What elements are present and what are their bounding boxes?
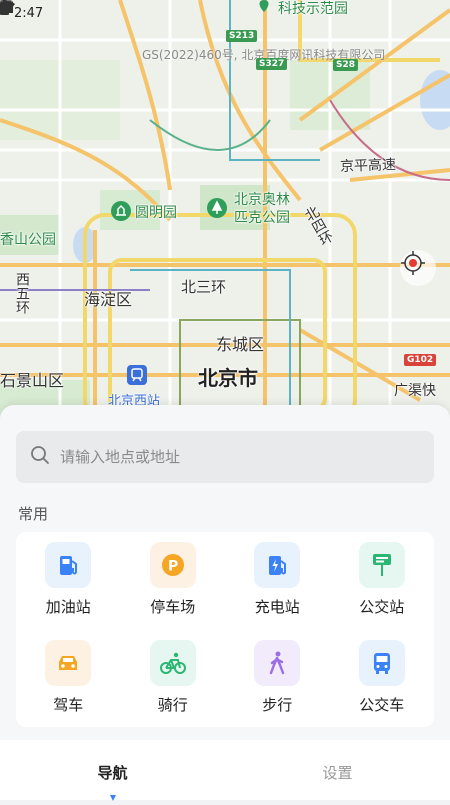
search-icon xyxy=(30,445,50,469)
map-view[interactable]: 2:47 A GS(2022)460号, 北京百度网讯科技有限公司 S213 S… xyxy=(0,0,450,420)
shortcut-bus-stop[interactable]: 公交站 xyxy=(330,532,435,630)
tab-navigation[interactable]: 导航 xyxy=(0,740,225,801)
shortcut-label: 公交站 xyxy=(359,598,405,616)
shortcuts-card: 加油站 P 停车场 充电站 公交站 驾车 骑行 步行 公交车 xyxy=(16,532,434,727)
tab-label: 设置 xyxy=(322,764,353,782)
road-badge-s28: S28 xyxy=(333,59,359,71)
bicycle-icon xyxy=(149,639,196,686)
map-label-haidian: 海淀区 xyxy=(84,290,133,309)
status-bar: 2:47 A xyxy=(0,0,450,26)
map-label-guangqu: 广渠快 xyxy=(394,383,436,399)
gas-station-icon xyxy=(45,542,92,588)
road-badge-s213: S213 xyxy=(226,30,258,42)
search-input[interactable] xyxy=(58,447,402,467)
map-label-xiangshan: 香山公园 xyxy=(0,232,56,248)
active-tab-indicator-icon xyxy=(109,787,116,801)
shortcut-label: 加油站 xyxy=(45,598,91,616)
shortcut-bicycle[interactable]: 骑行 xyxy=(121,630,226,728)
road-badge-g102: G102 xyxy=(404,354,437,366)
search-bar[interactable] xyxy=(16,431,434,483)
shortcut-car[interactable]: 驾车 xyxy=(16,630,121,728)
car-icon xyxy=(45,639,92,686)
svg-text:P: P xyxy=(168,559,178,575)
shortcut-label: 步行 xyxy=(262,695,293,714)
common-section-title: 常用 xyxy=(18,505,49,523)
locate-button[interactable] xyxy=(400,250,436,286)
shortcut-bus[interactable]: 公交车 xyxy=(330,630,435,728)
bus-icon xyxy=(358,639,405,686)
shortcut-charging-station[interactable]: 充电站 xyxy=(225,532,330,630)
map-label-olympic-line1: 北京奥林 xyxy=(234,192,290,208)
bus-stop-icon xyxy=(358,542,405,588)
tab-label: 导航 xyxy=(97,764,128,782)
walking-icon xyxy=(254,639,301,686)
map-label-north3rd: 北三环 xyxy=(181,278,227,296)
road-badge-s327: S327 xyxy=(256,58,288,70)
map-label-dongcheng: 东城区 xyxy=(216,335,265,354)
shortcut-label: 充电站 xyxy=(254,598,300,616)
bottom-panel: 常用 加油站 P 停车场 充电站 xyxy=(0,405,450,740)
map-label-yuanmingyuan: 圆明园 xyxy=(135,205,177,221)
shortcut-label: 骑行 xyxy=(157,695,188,714)
map-label-shijingshan: 石景山区 xyxy=(0,371,65,390)
map-label-west5th: 西五环 xyxy=(14,272,30,314)
map-label-beijing: 北京市 xyxy=(198,366,258,390)
tab-settings[interactable]: 设置 xyxy=(225,740,450,800)
bottom-tab-bar: 导航 设置 xyxy=(0,740,450,801)
map-label-olympic-line2: 匹克公园 xyxy=(234,210,290,226)
shortcut-label: 驾车 xyxy=(53,695,84,714)
shortcut-walking[interactable]: 步行 xyxy=(225,630,330,728)
shortcut-gas-station[interactable]: 加油站 xyxy=(16,532,121,630)
charging-station-icon xyxy=(254,542,301,588)
shortcut-label: 停车场 xyxy=(150,598,196,616)
shortcut-label: 公交车 xyxy=(359,695,405,714)
shortcut-parking[interactable]: P 停车场 xyxy=(121,532,226,630)
parking-icon: P xyxy=(149,542,196,588)
map-label-jingping: 京平高速 xyxy=(339,157,397,175)
status-time: 2:47 xyxy=(14,5,44,21)
